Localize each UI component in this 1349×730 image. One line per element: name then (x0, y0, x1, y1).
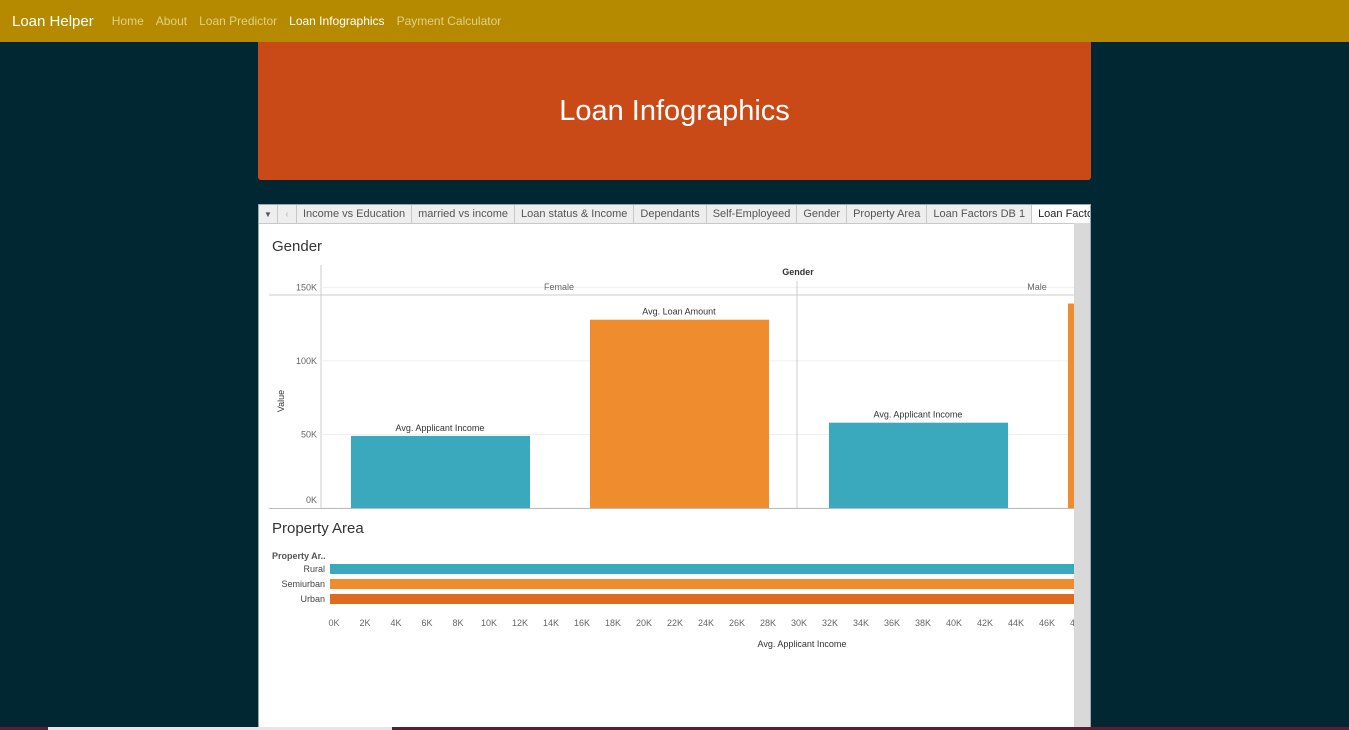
tab-loan-factors-db2[interactable]: Loan Factors D (1032, 205, 1090, 223)
tab-self-employed[interactable]: Self-Employeed (707, 205, 798, 223)
page-title: Loan Infographics (559, 94, 790, 127)
x-tick-label: 42K (977, 618, 993, 628)
tab-dependants[interactable]: Dependants (634, 205, 707, 223)
x-tick-label: 20K (636, 618, 652, 628)
x-tick-label: 38K (915, 618, 931, 628)
x-tick-label: 18K (605, 618, 621, 628)
nav-link-payment-calculator[interactable]: Payment Calculator (397, 14, 502, 28)
bar-label: Avg. Applicant Income (874, 410, 963, 420)
x-tick-label: 30K (791, 618, 807, 628)
x-tick-label: 34K (853, 618, 869, 628)
bar-male-0 (829, 422, 1008, 508)
x-tick-label: 2K (359, 618, 370, 628)
page-banner: Loan Infographics (258, 42, 1091, 180)
category-label: Rural (303, 564, 325, 574)
bar-label: Avg. Applicant Income (396, 423, 485, 433)
property-area-chart: Property Ar.. Rural Semiurban Urban 0K 2K 4K 6K… (272, 551, 1074, 649)
chevron-left-icon[interactable]: ‹ (278, 205, 297, 223)
panel-header-male: Male (1027, 282, 1047, 292)
x-tick-label: 40K (946, 618, 962, 628)
brand-link[interactable]: Loan Helper (12, 13, 94, 30)
bar-rural (330, 564, 1074, 574)
panel-header-female: Female (544, 282, 574, 292)
bar-female-1 (590, 319, 769, 508)
x-tick-label: 0K (328, 618, 339, 628)
x-axis-label: Avg. Applicant Income (758, 639, 847, 649)
x-tick-label: 46K (1039, 618, 1055, 628)
y-axis-label: Value (276, 390, 286, 412)
x-tick-label: 22K (667, 618, 683, 628)
dashboard-tab-bar: ▼ ‹ Income vs Education married vs incom… (259, 205, 1090, 224)
gender-chart: Gender 0K 50K 100K 150K Value Female Avg. Appli… (269, 265, 1074, 509)
bar-female-0 (351, 435, 530, 508)
y-tick-label: 50K (301, 429, 317, 439)
x-tick-label: 28K (760, 618, 776, 628)
tab-gender[interactable]: Gender (797, 205, 848, 223)
nav-link-loan-infographics[interactable]: Loan Infographics (289, 14, 384, 28)
y-tick-label: 150K (296, 282, 317, 292)
x-tick-label: 44K (1008, 618, 1024, 628)
tab-loan-factors-db1[interactable]: Loan Factors DB 1 (927, 205, 1033, 223)
x-tick-label: 16K (574, 618, 590, 628)
y-tick-label: 0K (306, 495, 317, 505)
tab-married-vs-income[interactable]: married vs income (412, 205, 515, 223)
x-tick-label: 12K (512, 618, 528, 628)
nav-link-home[interactable]: Home (112, 14, 144, 28)
navbar: Loan Helper Home About Loan Predictor Lo… (0, 0, 1349, 42)
x-tick-label: 10K (481, 618, 497, 628)
x-tick-label: 4K (390, 618, 401, 628)
nav-link-loan-predictor[interactable]: Loan Predictor (199, 14, 277, 28)
bar-semiurban (330, 579, 1074, 589)
category-label: Urban (300, 594, 325, 604)
x-tick-label: 24K (698, 618, 714, 628)
tab-loan-status-income[interactable]: Loan status & Income (515, 205, 635, 223)
x-tick-label: 8K (452, 618, 463, 628)
y-tick-label: 100K (296, 356, 317, 366)
category-label: Semiurban (281, 579, 325, 589)
row-header: Property Ar.. (272, 551, 326, 561)
gender-column-header: Gender (782, 267, 814, 277)
x-tick-label: 6K (421, 618, 432, 628)
x-tick-label: 36K (884, 618, 900, 628)
bar-label: Avg. Loan Amount (642, 307, 716, 317)
tab-property-area[interactable]: Property Area (847, 205, 928, 223)
vertical-scrollbar[interactable] (1074, 223, 1090, 729)
tableau-dashboard: ▼ ‹ Income vs Education married vs incom… (258, 204, 1091, 730)
caret-down-icon[interactable]: ▼ (259, 205, 278, 223)
x-tick-label: 32K (822, 618, 838, 628)
x-tick-label: 14K (543, 618, 559, 628)
x-tick-label: 26K (729, 618, 745, 628)
tab-income-vs-education[interactable]: Income vs Education (297, 205, 413, 223)
bar-urban (330, 594, 1074, 604)
nav-link-about[interactable]: About (156, 14, 187, 28)
